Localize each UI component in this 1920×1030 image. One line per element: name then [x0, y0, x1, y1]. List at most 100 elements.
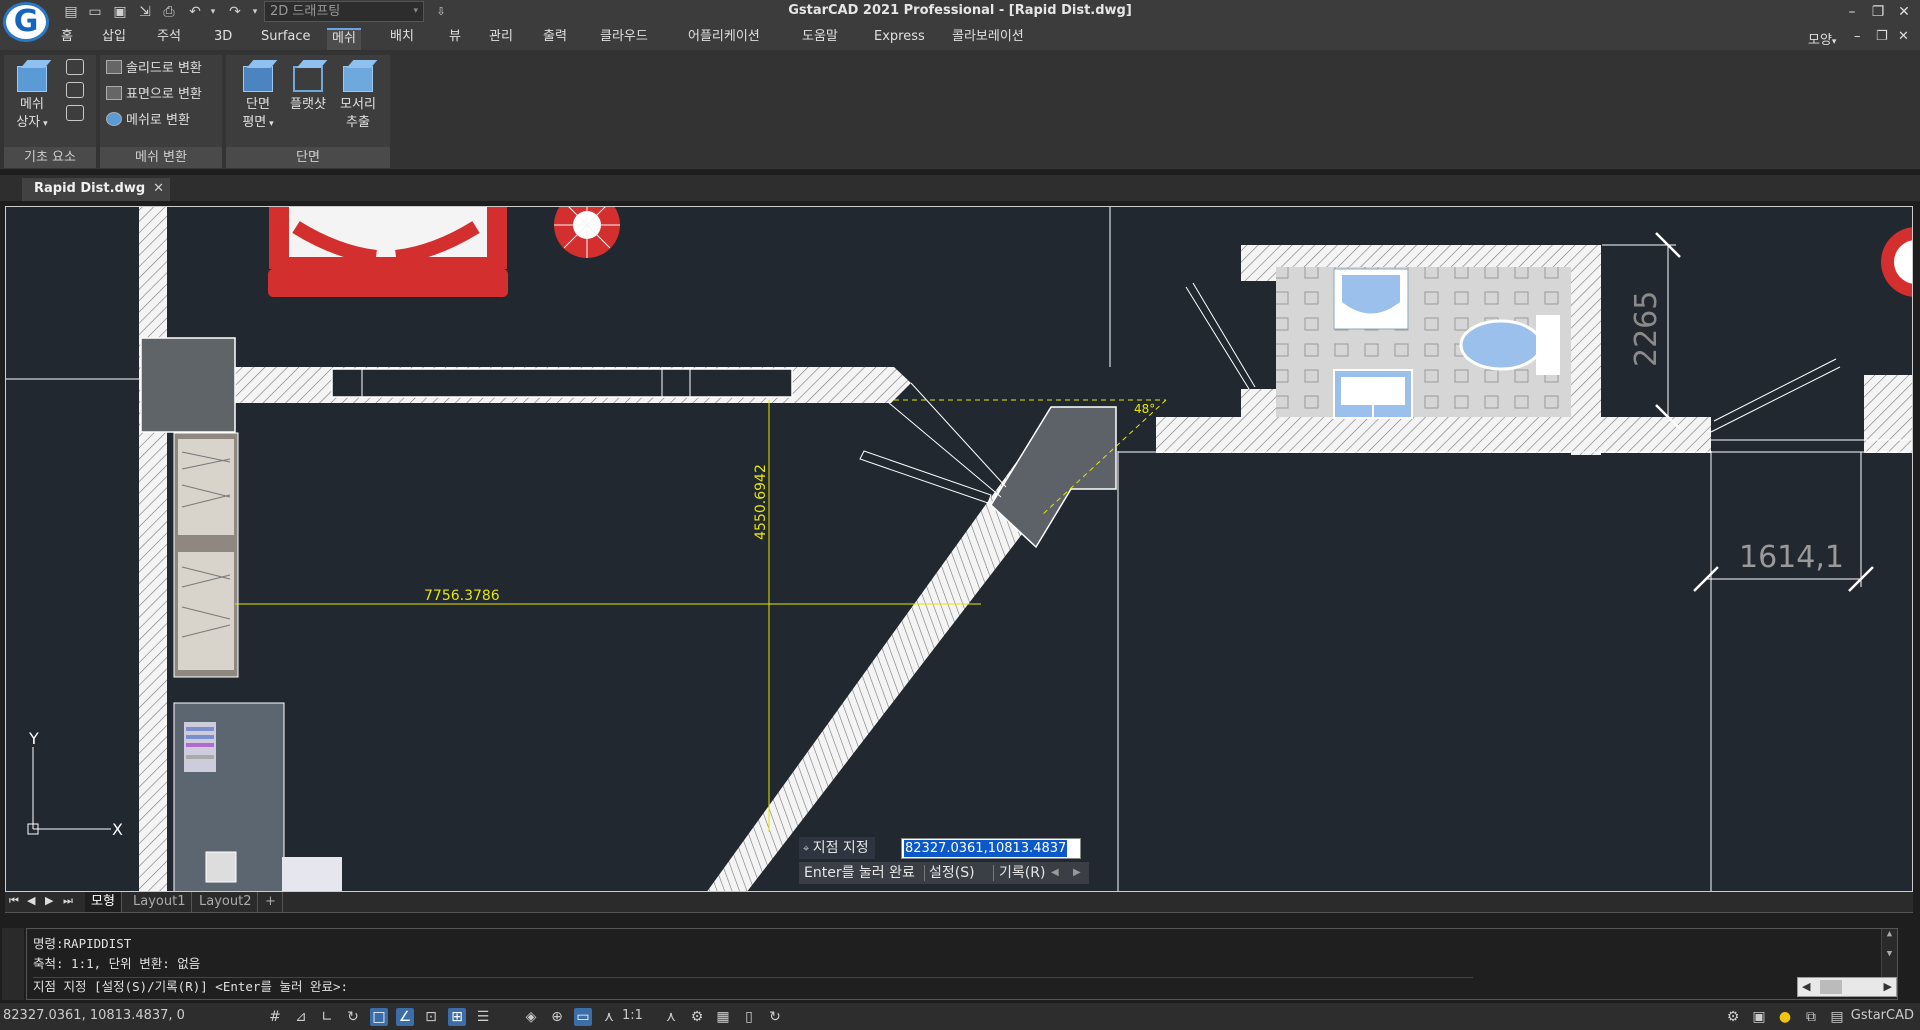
- convert-to-solid-button[interactable]: 솔리드로 변환: [106, 58, 202, 80]
- status-bar: 82327.0361, 10813.4837, 0 # ⊿ ∟ ↻ □ ∠ ⊡ …: [0, 1003, 1920, 1030]
- tab-express[interactable]: Express: [869, 28, 930, 50]
- convert-to-mesh-button[interactable]: 메쉬로 변환: [106, 110, 190, 132]
- tab-3d[interactable]: 3D: [209, 28, 237, 50]
- calculator-icon[interactable]: ▯: [740, 1008, 758, 1026]
- command-history-line-2: 축척: 1:1, 단위 변환: 없음: [33, 956, 201, 971]
- section-plane-icon: [240, 60, 278, 94]
- dynamic-input-icon[interactable]: ⊞: [448, 1008, 466, 1026]
- option-history[interactable]: 기록(R): [999, 862, 1045, 884]
- last-layout-icon[interactable]: ⏭: [63, 894, 73, 908]
- document-tab-bar: Rapid Dist.dwg ✕: [0, 175, 1920, 201]
- appearance-label: 모양: [1808, 33, 1832, 48]
- refresh-icon[interactable]: ↻: [766, 1008, 784, 1026]
- dimension-1614: 1614,1: [1739, 540, 1844, 575]
- ucs-x-label: X: [112, 820, 123, 839]
- drawing-svg[interactable]: 2265 1614,1 4550.6942 7756.3786 48° Y X: [6, 207, 1913, 892]
- panel-mesh-convert: 솔리드로 변환 표면으로 변환 메쉬로 변환 메쉬 변환: [100, 55, 222, 168]
- section-plane-button[interactable]: 단면 평면 ▾: [234, 58, 282, 133]
- lightbulb-icon[interactable]: ●: [1776, 1008, 1794, 1026]
- appearance-menu[interactable]: 모양▾: [1808, 29, 1836, 48]
- tab-insert[interactable]: 삽입: [97, 28, 131, 50]
- drawing-canvas[interactable]: 2265 1614,1 4550.6942 7756.3786 48° Y X: [5, 206, 1913, 892]
- close-tab-icon[interactable]: ✕: [153, 178, 164, 200]
- ribbon: 메쉬 상자 ▾ 기초 요소 솔리드로 변환 표면으로 변환 메쉬로 변환 메쉬 …: [0, 50, 1920, 170]
- minimize-icon[interactable]: –: [1840, 1, 1864, 23]
- flatshot-button[interactable]: 플랫샷: [284, 58, 332, 114]
- model-space-icon[interactable]: ▭: [574, 1008, 592, 1026]
- lineweight-icon[interactable]: ☰: [474, 1008, 492, 1026]
- dynamic-input-options: Enter를 눌러 완료 설정(S) 기록(R) ◀ ▶: [799, 862, 1089, 884]
- annotation-scale[interactable]: 1:1: [622, 1008, 643, 1023]
- mesh-cone-icon[interactable]: [66, 82, 84, 98]
- tab-surface[interactable]: Surface: [256, 28, 316, 50]
- coordinate-input[interactable]: 82327.0361,10813.4837: [901, 838, 1081, 859]
- coordinate-readout[interactable]: 82327.0361, 10813.4837, 0: [3, 1008, 185, 1023]
- tab-home[interactable]: 홈: [56, 28, 78, 50]
- mesh-convert-icon: [106, 112, 122, 126]
- prev-option-icon[interactable]: ◀: [1051, 862, 1059, 884]
- snap-icon[interactable]: ⊿: [292, 1008, 310, 1026]
- extract-edges-button[interactable]: 모서리 추출: [334, 58, 382, 132]
- lock-icon[interactable]: ▣: [1750, 1008, 1768, 1026]
- convert-to-surface-button[interactable]: 표면으로 변환: [106, 84, 202, 106]
- convert-to-solid-label: 솔리드로 변환: [126, 61, 202, 76]
- tab-applications[interactable]: 어플리케이션: [683, 28, 765, 50]
- layer-icon[interactable]: ◈: [522, 1008, 540, 1026]
- tab-help[interactable]: 도움말: [797, 28, 843, 50]
- tab-layout1[interactable]: Layout1: [127, 892, 193, 912]
- tab-model[interactable]: 모형: [85, 892, 122, 912]
- grid-icon[interactable]: #: [266, 1008, 284, 1026]
- tab-mesh[interactable]: 메쉬: [327, 28, 361, 50]
- tab-layout[interactable]: 배치: [385, 28, 419, 50]
- command-input[interactable]: 지점 지정 [설정(S)/기록(R)] <Enter를 눌러 완료>:: [33, 977, 1473, 999]
- dynamic-ucs-icon[interactable]: ⊡: [422, 1008, 440, 1026]
- annotation-scale-icon[interactable]: ⋏: [600, 1008, 618, 1026]
- fullscreen-icon[interactable]: ⧉: [1802, 1008, 1820, 1026]
- tab-manage[interactable]: 관리: [484, 28, 518, 50]
- tab-collaboration[interactable]: 콜라보레이션: [947, 28, 1029, 50]
- dimension-angle: 48°: [1134, 402, 1155, 416]
- gstarcad-logo[interactable]: G: [3, 2, 49, 42]
- tab-layout2[interactable]: Layout2: [193, 892, 259, 912]
- add-layout-tab[interactable]: +: [259, 892, 283, 912]
- ortho-icon[interactable]: ∟: [318, 1008, 336, 1026]
- toilet: [1459, 319, 1543, 371]
- scroll-right-icon[interactable]: ▶: [1884, 980, 1892, 993]
- tab-annotate[interactable]: 주석: [152, 28, 186, 50]
- next-layout-icon[interactable]: ▶: [45, 894, 53, 907]
- mesh-surface-icon[interactable]: [66, 105, 84, 121]
- mesh-box-button[interactable]: 메쉬 상자 ▾: [8, 58, 56, 133]
- restore-icon[interactable]: ❐: [1866, 1, 1890, 23]
- zoom-icon[interactable]: ⊕: [548, 1008, 566, 1026]
- otrack-icon[interactable]: ∠: [396, 1008, 414, 1026]
- annotation-visibility-icon[interactable]: ⋏: [662, 1008, 680, 1026]
- customize-status-icon[interactable]: ▤: [1828, 1008, 1846, 1026]
- flatshot-label: 플랫샷: [290, 97, 326, 112]
- prev-layout-icon[interactable]: ◀: [27, 894, 35, 907]
- next-option-icon[interactable]: ▶: [1073, 862, 1081, 884]
- extract-edges-label: 모서리: [340, 97, 376, 112]
- scroll-thumb[interactable]: [1820, 980, 1842, 994]
- document-tab-rapid-dist[interactable]: Rapid Dist.dwg ✕: [22, 178, 170, 201]
- tab-cloud[interactable]: 클라우드: [595, 28, 653, 50]
- workspace-icon[interactable]: ⚙: [688, 1008, 706, 1026]
- tab-output[interactable]: 출력: [538, 28, 572, 50]
- mesh-cylinder-icon[interactable]: [66, 59, 84, 75]
- option-settings[interactable]: 설정(S): [929, 862, 975, 884]
- close-icon[interactable]: ✕: [1892, 1, 1916, 23]
- ribbon-minimize-icon[interactable]: –: [1854, 29, 1861, 44]
- isolate-icon[interactable]: ▦: [714, 1008, 732, 1026]
- tab-view[interactable]: 뷰: [444, 28, 466, 50]
- chevron-down-icon: ▾: [1831, 37, 1837, 47]
- polar-icon[interactable]: ↻: [344, 1008, 362, 1026]
- settings-gear-icon[interactable]: ⚙: [1724, 1008, 1742, 1026]
- ribbon-restore-icon[interactable]: ❐: [1876, 29, 1888, 44]
- scroll-left-icon[interactable]: ◀: [1802, 980, 1810, 993]
- ribbon-close-icon[interactable]: ✕: [1898, 29, 1909, 44]
- first-layout-icon[interactable]: ⏮: [9, 894, 19, 908]
- layout-tab-bar: ⏮ ◀ ▶ ⏭ 모형 Layout1 Layout2 +: [5, 892, 1913, 913]
- osnap-icon[interactable]: □: [370, 1008, 388, 1026]
- command-scrollbar[interactable]: ▲ ▼: [1881, 929, 1897, 977]
- command-horizontal-scrollbar[interactable]: ◀ ▶: [1797, 977, 1897, 997]
- command-window-handle[interactable]: [2, 928, 24, 1000]
